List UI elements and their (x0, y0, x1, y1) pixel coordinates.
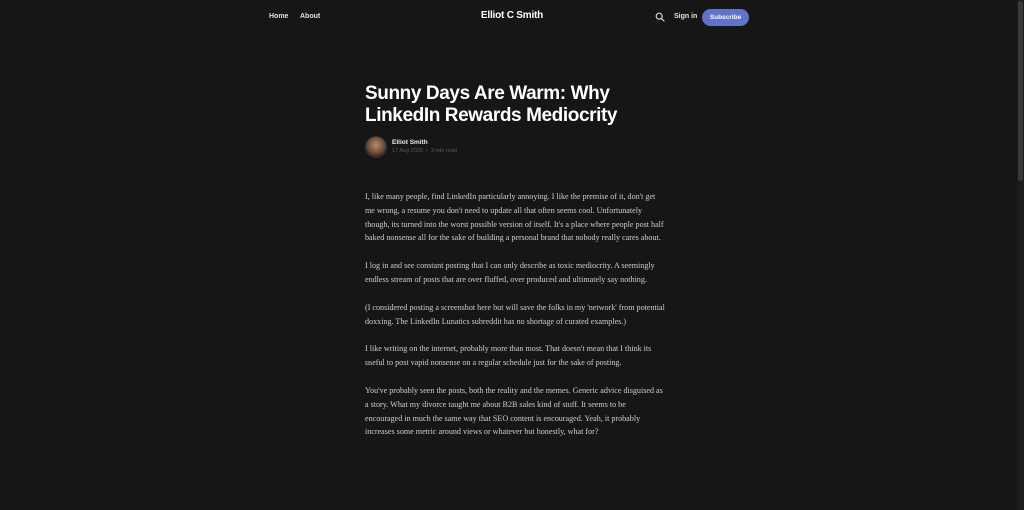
post-meta: 17 Aug 2025 • 3 min read (392, 148, 457, 154)
read-time: 3 min read (430, 148, 457, 154)
post-content: I, like many people, find LinkedIn parti… (365, 190, 665, 453)
site-header: Home About Elliot C Smith Sign in Subscr… (0, 0, 1024, 36)
paragraph: I log in and see constant posting that I… (365, 261, 655, 284)
paragraph: I like writing on the internet, probably… (365, 344, 652, 368)
avatar[interactable] (365, 136, 387, 158)
paragraph: I, like many people, find LinkedIn parti… (365, 192, 664, 243)
sign-in-link[interactable]: Sign in (674, 13, 697, 20)
author-name[interactable]: Elliot Smith (392, 139, 428, 146)
post-date: 17 Aug 2025 (392, 148, 423, 154)
subscribe-button[interactable]: Subscribe (702, 9, 749, 26)
scrollbar-thumb[interactable] (1018, 1, 1023, 181)
site-title[interactable]: Elliot C Smith (0, 10, 1024, 21)
paragraph: (I considered posting a screenshot here … (365, 302, 665, 326)
post-title: Sunny Days Are Warm: Why LinkedIn Reward… (365, 83, 618, 126)
meta-separator: • (425, 148, 428, 154)
search-icon[interactable] (655, 12, 665, 22)
paragraph: You've probably seen the posts, both the… (365, 385, 663, 437)
scrollbar[interactable] (1017, 0, 1024, 510)
